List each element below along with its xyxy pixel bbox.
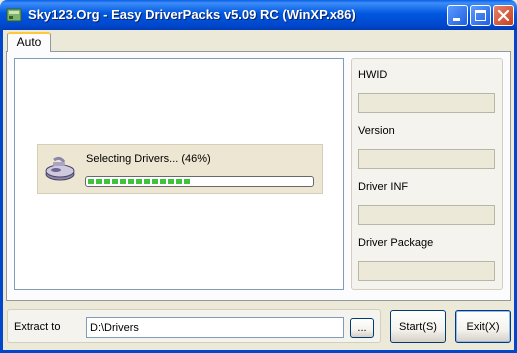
browse-button[interactable]: ... [350,318,374,338]
driver-package-field [358,261,495,281]
minimize-button[interactable] [447,5,468,26]
progress-fill [88,179,191,184]
version-label: Version [358,125,395,137]
close-icon [497,9,510,22]
maximize-button[interactable] [470,5,491,26]
start-button[interactable]: Start(S) [390,310,446,343]
close-button[interactable] [493,5,514,26]
maximize-icon [475,10,486,21]
minimize-icon [453,18,460,21]
tab-auto[interactable]: Auto [7,32,51,52]
extract-path-input[interactable] [86,317,344,338]
driver-inf-label: Driver INF [358,181,409,193]
app-icon [6,7,22,23]
progress-label: Selecting Drivers... (46%) [86,153,211,165]
hwid-field [358,93,495,113]
driver-inf-field [358,205,495,225]
exit-button[interactable]: Exit(X) [455,310,511,343]
extract-label: Extract to [14,321,61,333]
hwid-label: HWID [358,69,388,81]
hard-drive-icon [44,154,76,184]
driver-package-label: Driver Package [358,237,434,249]
window-title: Sky123.Org - Easy DriverPacks v5.09 RC (… [28,7,356,22]
version-field [358,149,495,169]
